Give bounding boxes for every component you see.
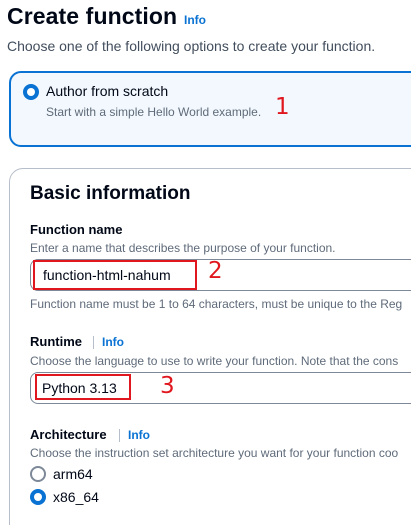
function-name-label: Function name — [30, 222, 123, 237]
architecture-info-link[interactable]: Info — [128, 428, 150, 442]
page-info-link[interactable]: Info — [184, 13, 206, 27]
arm64-label[interactable]: arm64 — [53, 466, 93, 482]
annotation-box-runtime — [35, 374, 131, 400]
page-subtitle: Choose one of the following options to c… — [7, 38, 376, 54]
architecture-label-separator — [119, 429, 120, 442]
author-from-scratch-radio[interactable] — [23, 84, 39, 100]
function-name-description: Enter a name that describes the purpose … — [30, 241, 336, 255]
runtime-info-link[interactable]: Info — [102, 335, 124, 349]
architecture-label: Architecture — [30, 427, 107, 442]
runtime-description: Choose the language to use to write your… — [30, 354, 399, 368]
annotation-box-function-name — [33, 260, 197, 290]
page-title: Create function — [7, 3, 178, 29]
runtime-label-separator — [93, 336, 94, 349]
annotation-number-2: 2 — [208, 258, 223, 284]
section-title: Basic information — [30, 183, 191, 204]
x86-64-label[interactable]: x86_64 — [53, 489, 99, 505]
author-from-scratch-card[interactable]: Author from scratch Start with a simple … — [9, 71, 411, 147]
annotation-number-3: 3 — [160, 373, 175, 399]
author-from-scratch-description: Start with a simple Hello World example. — [46, 105, 262, 119]
annotation-number-1: 1 — [275, 94, 290, 120]
runtime-label: Runtime — [30, 334, 82, 349]
author-from-scratch-label: Author from scratch — [46, 83, 169, 99]
function-name-hint: Function name must be 1 to 64 characters… — [30, 297, 403, 311]
architecture-description: Choose the instruction set architecture … — [30, 446, 399, 460]
arm64-radio[interactable] — [30, 466, 46, 482]
basic-information-container: Basic information Function name Enter a … — [9, 168, 411, 525]
x86-64-radio[interactable] — [30, 489, 46, 505]
